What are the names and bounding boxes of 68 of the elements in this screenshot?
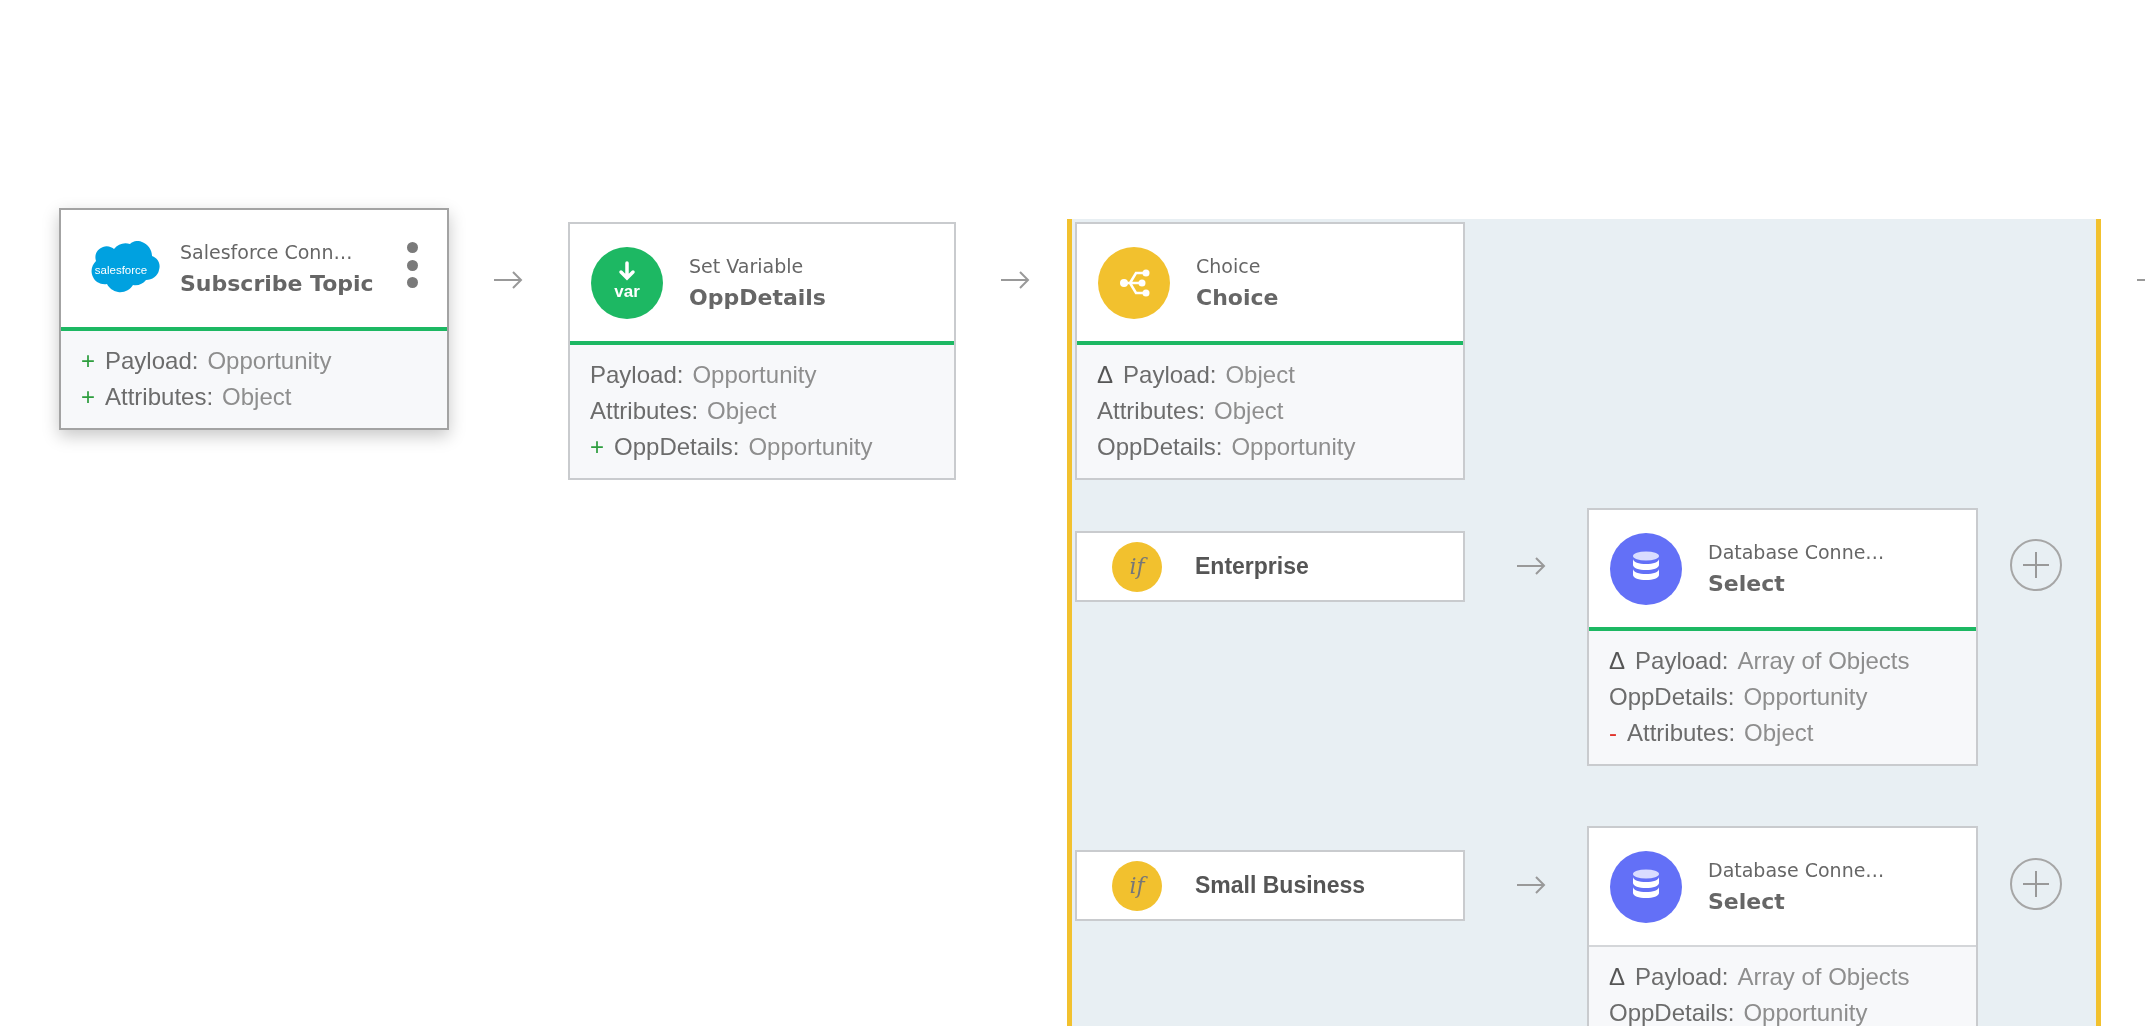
database-icon [1610, 850, 1682, 923]
change-mark: + [590, 432, 604, 462]
field-name: Payload: [590, 360, 684, 390]
field-type: Opportunity [207, 346, 332, 376]
field-name: OppDetails: [1609, 998, 1735, 1026]
arrow-icon [1516, 876, 1546, 894]
condition-row[interactable]: if Enterprise [1075, 531, 1465, 602]
arrow-stub-icon [2137, 279, 2145, 281]
add-step-button[interactable] [2010, 539, 2062, 591]
node-title: Select [1708, 571, 1786, 596]
node-card[interactable]: Database Conne… Select Δ Payload: Array of Objects OppDetails: Opportunity - Attributes: Object [1587, 508, 1978, 766]
node-card[interactable]: var Set Variable OppDetails Payload: Opportunity Attributes: Object + OppDetails: Opportunity [568, 222, 956, 480]
change-mark: Δ [1609, 646, 1626, 676]
field-name: Attributes: [1627, 718, 1736, 748]
field-type: Opportunity [1743, 682, 1868, 712]
add-step-button[interactable] [2010, 858, 2062, 910]
node-type: Database Conne… [1708, 859, 1885, 881]
field-name: Attributes: [590, 396, 699, 426]
arrow-icon [493, 271, 523, 289]
field-type: Opportunity [1231, 432, 1356, 462]
branch-icon [1098, 246, 1170, 319]
field-type: Opportunity [1743, 998, 1868, 1026]
change-mark: + [81, 346, 95, 376]
field-name: OppDetails: [614, 432, 740, 462]
field-type: Array of Objects [1737, 646, 1910, 676]
field-type: Object [1225, 360, 1295, 390]
field-type: Object [707, 396, 777, 426]
condition-badge: if [1112, 860, 1162, 911]
arrow-icon [1516, 557, 1546, 575]
arrow-icon [1000, 271, 1030, 289]
field-name: OppDetails: [1609, 682, 1735, 712]
node-title: Choice [1196, 285, 1279, 310]
node-title: Select [1708, 889, 1786, 914]
field-name: Attributes: [1097, 396, 1206, 426]
download-variable-icon: var [591, 246, 663, 319]
condition-label: Small Business [1195, 872, 1366, 899]
node-type: Salesforce Conn… [180, 241, 354, 263]
node-type: Choice [1196, 255, 1262, 277]
node-card[interactable]: salesforce Salesforce Conn… Subscribe Topic + Payload: Opportunity + Attributes: Object [59, 208, 449, 430]
field-type: Object [1214, 396, 1284, 426]
condition-row[interactable]: if Small Business [1075, 850, 1465, 921]
field-type: Object [222, 382, 292, 412]
field-name: Payload: [1635, 962, 1729, 992]
change-mark: - [1609, 718, 1617, 748]
node-card[interactable]: Choice Choice Δ Payload: Object Attributes: Object OppDetails: Opportunity [1075, 222, 1465, 480]
field-type: Object [1744, 718, 1814, 748]
field-name: Payload: [1123, 360, 1217, 390]
more-options-icon[interactable] [405, 242, 419, 288]
field-type: Array of Objects [1737, 962, 1910, 992]
field-name: Attributes: [105, 382, 214, 412]
change-mark: Δ [1609, 962, 1626, 992]
node-card[interactable]: Database Conne… Select Δ Payload: Array of Objects OppDetails: Opportunity [1587, 826, 1978, 1026]
field-type: Opportunity [692, 360, 817, 390]
field-name: Payload: [105, 346, 199, 376]
change-mark: + [81, 382, 95, 412]
plus-icon [2022, 551, 2050, 579]
field-type: Opportunity [748, 432, 873, 462]
plus-icon [2022, 870, 2050, 898]
node-type: Set Variable [689, 255, 805, 277]
node-type: Database Conne… [1708, 541, 1885, 563]
database-icon [1610, 532, 1682, 605]
node-title: OppDetails [689, 285, 826, 310]
node-title: Subscribe Topic [180, 271, 374, 296]
field-name: Payload: [1635, 646, 1729, 676]
field-name: OppDetails: [1097, 432, 1223, 462]
change-mark: Δ [1097, 360, 1114, 390]
condition-badge: if [1112, 541, 1162, 592]
condition-label: Enterprise [1195, 553, 1309, 580]
